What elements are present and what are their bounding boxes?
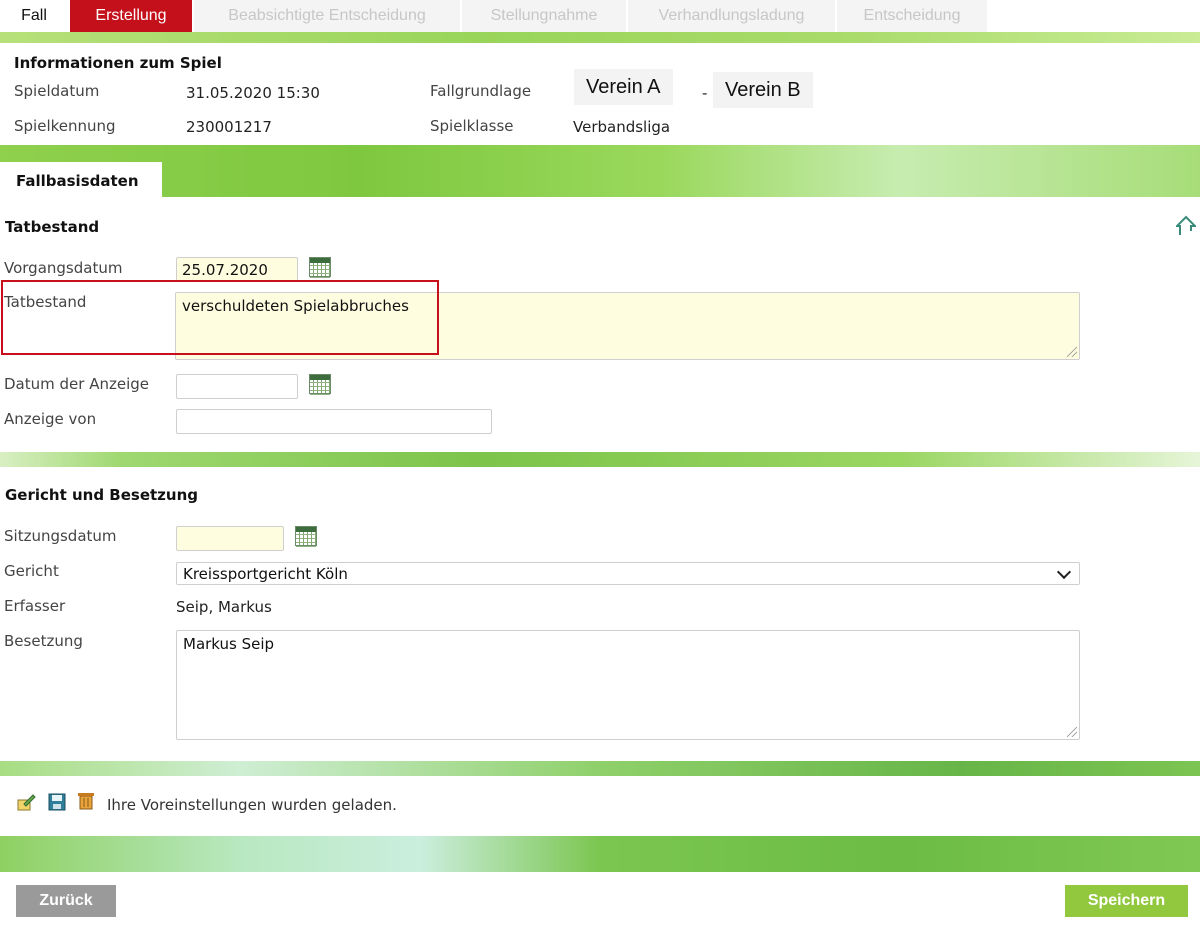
resize-handle-icon[interactable] — [1067, 347, 1077, 357]
spielkennung-label: Spielkennung — [14, 117, 116, 135]
vorgangsdatum-input[interactable]: 25.07.2020 — [176, 257, 298, 282]
verein-b-chip: Verein B — [713, 72, 813, 108]
divider-band — [0, 761, 1200, 776]
datum-anzeige-input[interactable] — [176, 374, 298, 399]
fallgrundlage-label: Fallgrundlage — [430, 82, 532, 100]
verein-a-chip: Verein A — [574, 69, 673, 105]
main-tab-bar: Fall Erstellung Beabsichtigte Entscheidu… — [0, 0, 1200, 32]
sitzungsdatum-label: Sitzungsdatum — [4, 527, 117, 545]
anzeige-von-label: Anzeige von — [4, 410, 97, 428]
sitzungsdatum-input[interactable] — [176, 526, 284, 551]
status-message: Ihre Voreinstellungen wurden geladen. — [107, 796, 397, 814]
tab-stellungnahme[interactable]: Stellungnahme — [462, 0, 628, 32]
gericht-select[interactable]: Kreissportgericht Köln — [176, 562, 1080, 585]
spielklasse-label: Spielklasse — [430, 117, 514, 135]
spielklasse-value: Verbandsliga — [573, 118, 671, 136]
gericht-selected-value: Kreissportgericht Köln — [183, 565, 348, 583]
footer-band — [0, 836, 1200, 872]
tab-erstellung[interactable]: Erstellung — [70, 0, 194, 32]
tab-entscheidung[interactable]: Entscheidung — [837, 0, 989, 32]
section-band — [0, 145, 1200, 197]
besetzung-label: Besetzung — [4, 632, 83, 650]
spieldatum-label: Spieldatum — [14, 82, 100, 100]
gericht-section-title: Gericht und Besetzung — [5, 486, 199, 504]
calendar-icon[interactable] — [295, 526, 317, 550]
erfasser-label: Erfasser — [4, 597, 66, 615]
tatbestand-section-title: Tatbestand — [5, 218, 100, 236]
besetzung-textarea[interactable]: Markus Seip — [176, 630, 1080, 740]
save-settings-icon[interactable] — [47, 792, 67, 812]
spielkennung-value: 230001217 — [186, 118, 272, 136]
delete-settings-icon[interactable] — [76, 790, 96, 810]
erfasser-value: Seip, Markus — [176, 598, 272, 616]
save-button[interactable]: Speichern — [1065, 885, 1188, 917]
vorgangsdatum-label: Vorgangsdatum — [4, 259, 123, 277]
highlight-box — [1, 280, 439, 355]
resize-handle-icon[interactable] — [1067, 727, 1077, 737]
edit-settings-icon[interactable] — [16, 792, 36, 812]
tab-beabsichtigte-entscheidung[interactable]: Beabsichtigte Entscheidung — [194, 0, 462, 32]
calendar-icon[interactable] — [309, 257, 331, 281]
spieldatum-value: 31.05.2020 15:30 — [186, 84, 320, 102]
scroll-up-icon[interactable] — [1176, 215, 1196, 237]
tab-underline — [0, 32, 1200, 43]
divider-band — [0, 452, 1200, 467]
besetzung-text: Markus Seip — [183, 635, 275, 653]
gericht-label: Gericht — [4, 562, 59, 580]
chevron-down-icon — [1056, 564, 1072, 580]
anzeige-von-input[interactable] — [176, 409, 492, 434]
tab-verhandlungsladung[interactable]: Verhandlungsladung — [628, 0, 837, 32]
back-button[interactable]: Zurück — [16, 885, 116, 917]
datum-anzeige-label: Datum der Anzeige — [4, 375, 149, 393]
verein-separator: - — [702, 84, 708, 102]
info-title: Informationen zum Spiel — [14, 54, 222, 72]
tab-fallbasisdaten[interactable]: Fallbasisdaten — [0, 162, 162, 198]
tab-fall[interactable]: Fall — [0, 0, 70, 32]
calendar-icon[interactable] — [309, 374, 331, 398]
